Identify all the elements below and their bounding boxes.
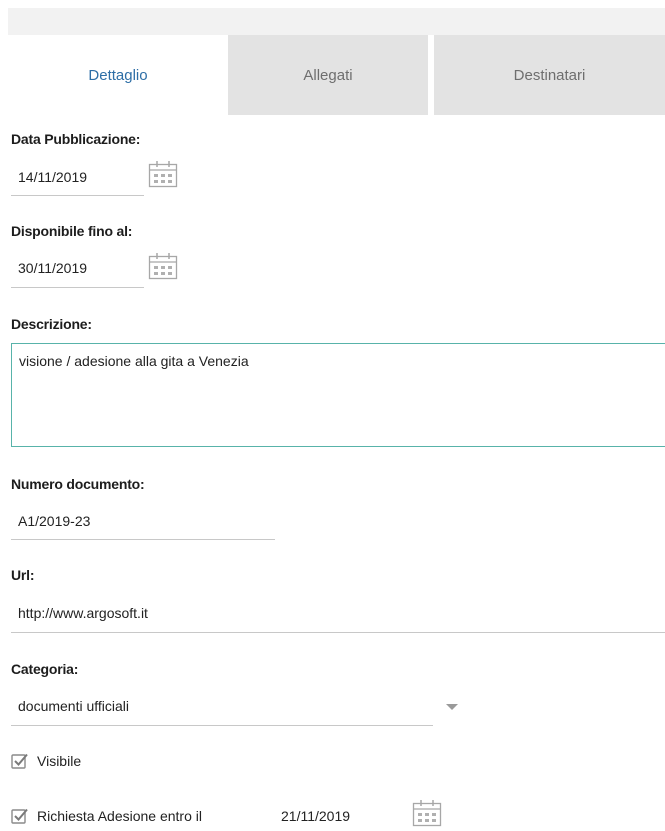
url-label: Url:	[11, 567, 35, 583]
tab-allegati[interactable]: Allegati	[228, 35, 428, 115]
numero-documento-input[interactable]: A1/2019-23	[11, 511, 275, 540]
descrizione-textarea[interactable]: visione / adesione alla gita a Venezia	[11, 343, 665, 447]
tab-dettaglio[interactable]: Dettaglio	[8, 35, 228, 115]
categoria-label: Categoria:	[11, 661, 79, 677]
richiesta-adesione-label: Richiesta Adesione entro il	[37, 808, 202, 824]
checkbox-checked-icon[interactable]	[11, 752, 29, 770]
numero-documento-label: Numero documento:	[11, 476, 145, 492]
checkbox-checked-icon[interactable]	[11, 807, 29, 825]
richiesta-adesione-date[interactable]: 21/11/2019	[281, 808, 350, 824]
categoria-select[interactable]: documenti ufficiali	[11, 696, 433, 726]
calendar-icon[interactable]	[148, 252, 178, 280]
calendar-icon[interactable]	[148, 160, 178, 188]
url-input[interactable]: http://www.argosoft.it	[11, 603, 665, 633]
disponibile-fino-label: Disponibile fino al:	[11, 223, 133, 239]
calendar-icon[interactable]	[412, 799, 442, 827]
tab-destinatari[interactable]: Destinatari	[434, 35, 665, 115]
data-pubblicazione-label: Data Pubblicazione:	[11, 131, 141, 147]
chevron-down-icon[interactable]	[446, 704, 458, 710]
tab-bar: Dettaglio Allegati Destinatari	[8, 35, 665, 115]
visibile-label: Visibile	[37, 753, 82, 769]
data-pubblicazione-input[interactable]: 14/11/2019	[11, 167, 144, 196]
disponibile-fino-input[interactable]: 30/11/2019	[11, 258, 144, 288]
descrizione-label: Descrizione:	[11, 316, 92, 332]
top-bar	[8, 8, 665, 35]
